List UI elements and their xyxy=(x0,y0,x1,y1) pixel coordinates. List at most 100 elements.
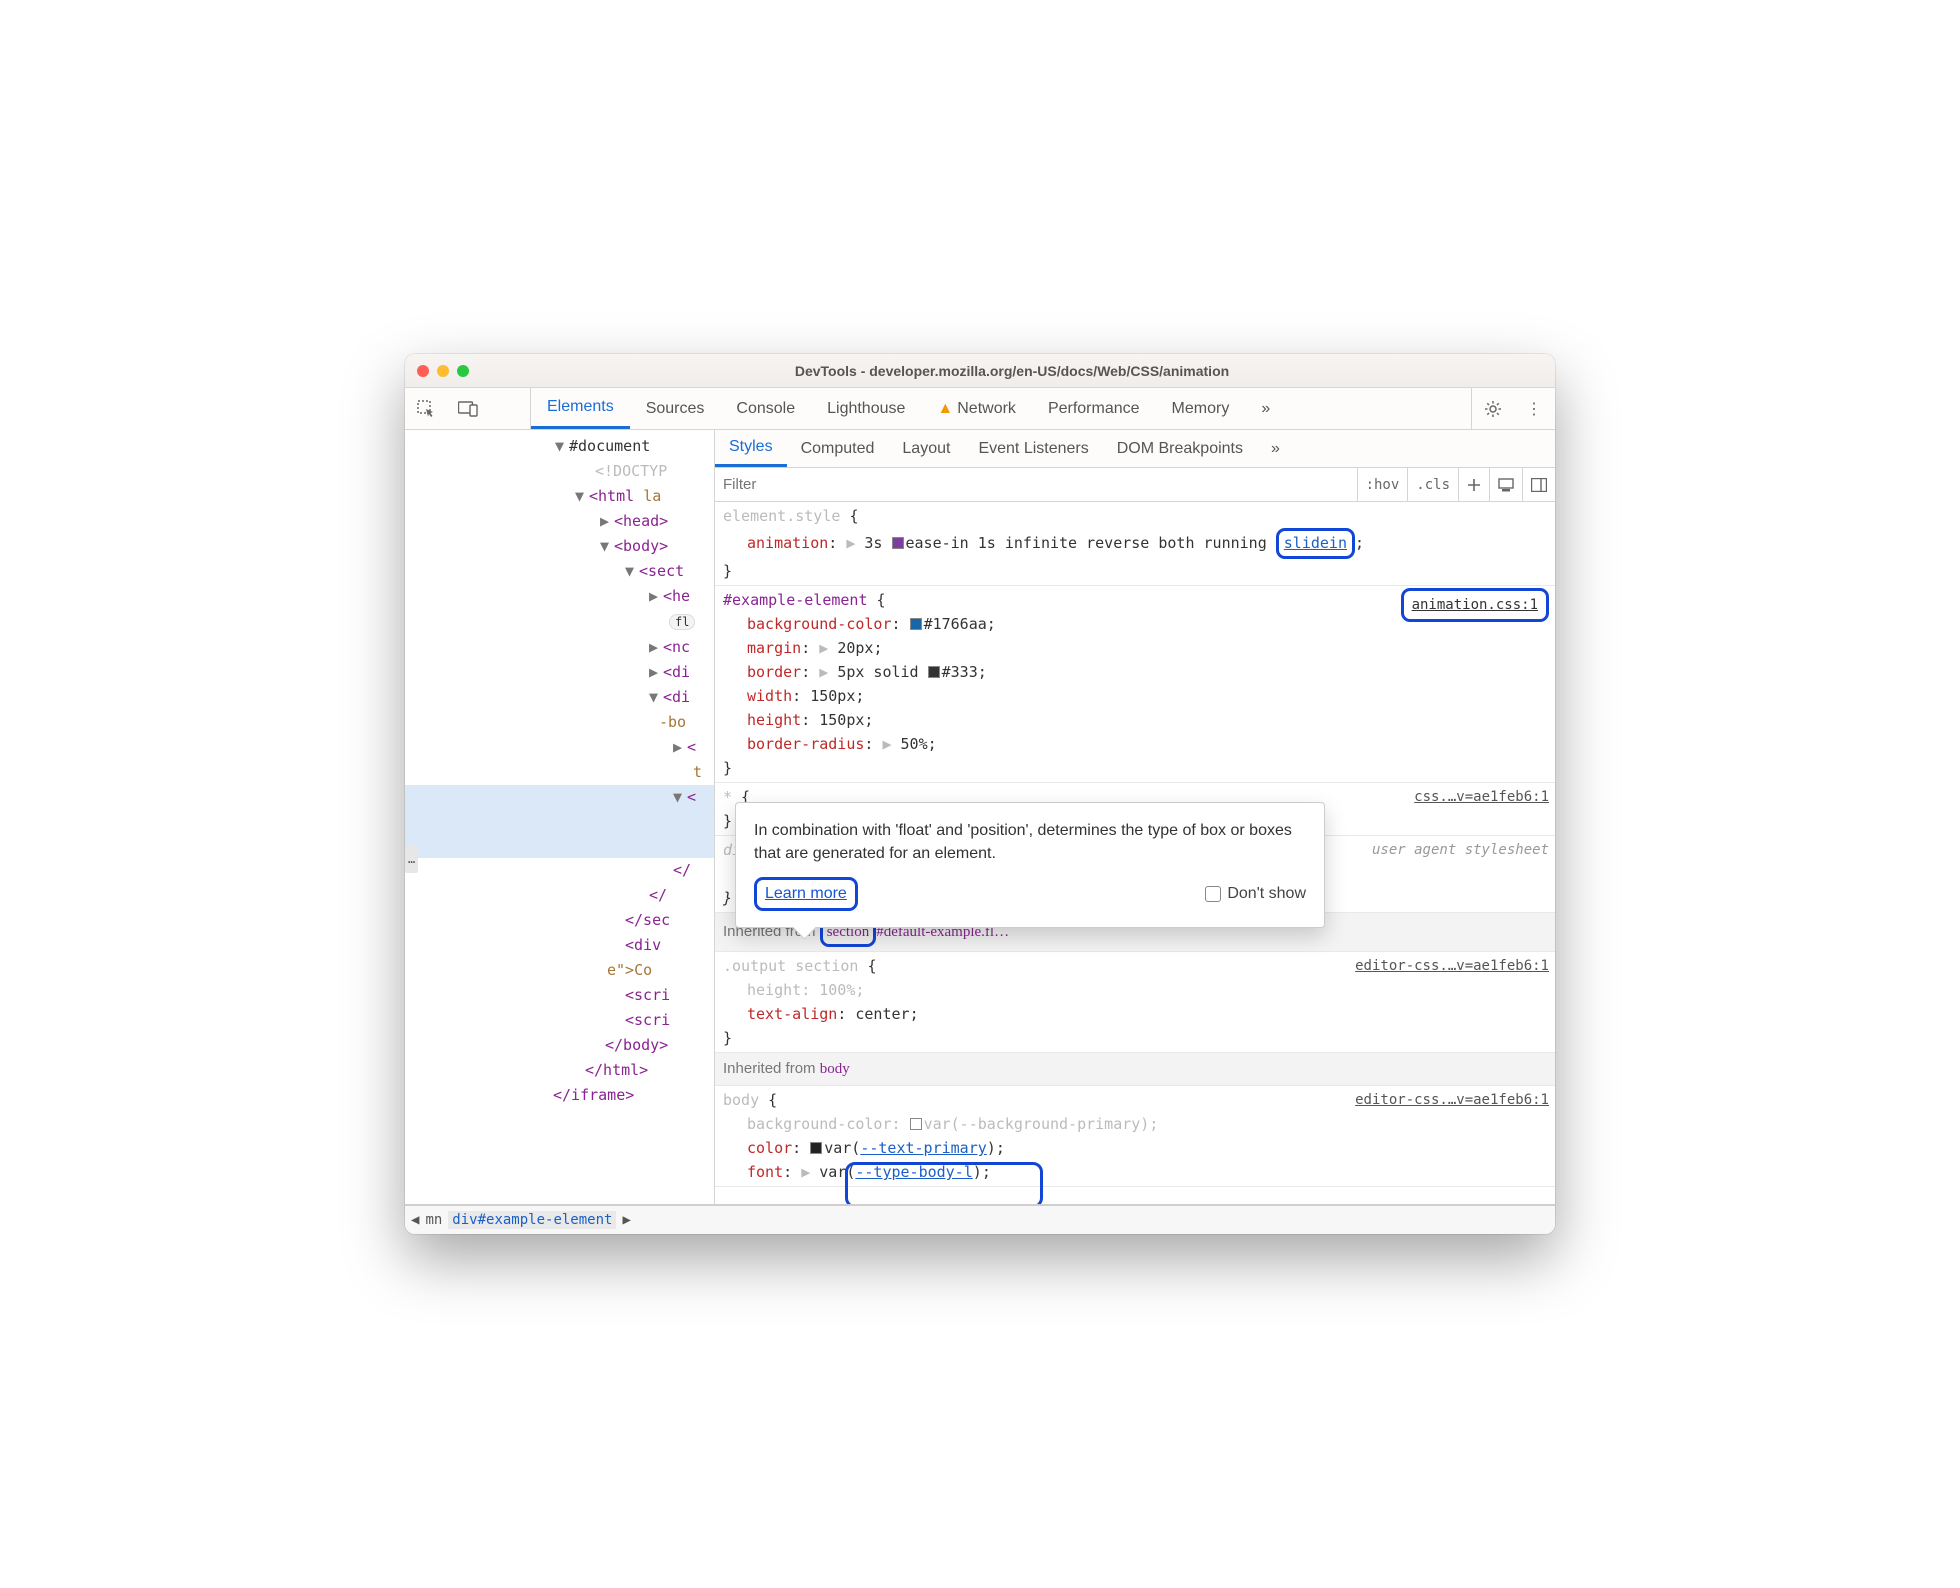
dom-doctype[interactable]: <!DOCTYP xyxy=(595,462,667,480)
kebab-icon[interactable]: ⋮ xyxy=(1513,388,1555,429)
crumb-selector[interactable]: #example-element xyxy=(478,1212,613,1228)
dom-head[interactable]: <head> xyxy=(614,512,668,530)
device-toggle-icon[interactable] xyxy=(447,388,489,429)
prop-body-color[interactable]: color xyxy=(747,1139,792,1157)
dom-iframe-close[interactable]: </iframe> xyxy=(553,1086,634,1104)
dom-selected[interactable]: < xyxy=(687,788,696,806)
rule-example-element[interactable]: animation.css:1 #example-element { backg… xyxy=(715,586,1555,783)
link-type-body-l[interactable]: --type-body-l xyxy=(855,1163,972,1181)
source-link-animation-css[interactable]: animation.css:1 xyxy=(1401,588,1549,622)
crumb-prev-icon[interactable]: ◀ xyxy=(411,1212,419,1228)
new-rule-icon[interactable] xyxy=(1458,468,1489,501)
checkbox-icon[interactable] xyxy=(1205,886,1221,902)
subtab-styles[interactable]: Styles xyxy=(715,430,787,467)
dom-header[interactable]: <he xyxy=(663,587,690,605)
dom-body-close[interactable]: </body> xyxy=(605,1036,668,1054)
filter-input[interactable] xyxy=(715,468,1357,501)
subtab-layout[interactable]: Layout xyxy=(888,430,964,467)
sidebar-toggle-icon[interactable] xyxy=(1522,468,1555,501)
dom-di[interactable]: <di xyxy=(663,663,690,681)
val-var1e: ) xyxy=(987,1139,996,1157)
subtab-dom-breakpoints[interactable]: DOM Breakpoints xyxy=(1103,430,1257,467)
tab-sources[interactable]: Sources xyxy=(630,388,721,429)
val-infinite: infinite xyxy=(1005,534,1077,552)
prop-h[interactable]: height xyxy=(747,981,801,999)
inspect-icon[interactable] xyxy=(405,388,447,429)
dom-close-b[interactable]: </ xyxy=(649,886,667,904)
rule-output-section[interactable]: editor-css.…v=ae1feb6:1 .output section … xyxy=(715,952,1555,1053)
dom-div-open[interactable]: <div xyxy=(625,936,661,954)
more-tabs-icon[interactable]: » xyxy=(1245,388,1286,429)
subtab-more-icon[interactable]: » xyxy=(1257,430,1294,467)
crumb-next-icon[interactable]: ▶ xyxy=(622,1212,630,1228)
dom-lt[interactable]: < xyxy=(687,738,696,756)
dom-body[interactable]: <body> xyxy=(614,537,668,555)
crumb-div[interactable]: div xyxy=(452,1212,477,1228)
tab-lighthouse[interactable]: Lighthouse xyxy=(811,388,921,429)
dom-di2[interactable]: <di xyxy=(663,688,690,706)
zoom-window-icon[interactable] xyxy=(457,365,469,377)
inh-body-label: Inherited from xyxy=(723,1060,816,1077)
prop-border[interactable]: border xyxy=(747,663,801,681)
rule-element-style[interactable]: element.style { animation: ▶ 3s ease-in … xyxy=(715,502,1555,586)
tab-network[interactable]: ▲Network xyxy=(921,388,1032,429)
link-text-primary[interactable]: --text-primary xyxy=(860,1139,986,1157)
dom-sec-close[interactable]: </sec xyxy=(625,911,670,929)
prop-radius[interactable]: border-radius xyxy=(747,735,864,753)
source-link-star[interactable]: css.…v=ae1feb6:1 xyxy=(1414,785,1549,809)
close-window-icon[interactable] xyxy=(417,365,429,377)
val-3s: 3s xyxy=(864,534,882,552)
swatch-body-bg[interactable] xyxy=(910,1118,922,1130)
easing-icon[interactable] xyxy=(892,537,904,549)
prop-height[interactable]: height xyxy=(747,711,801,729)
tab-performance[interactable]: Performance xyxy=(1032,388,1156,429)
window-title: DevTools - developer.mozilla.org/en-US/d… xyxy=(481,363,1543,379)
learn-more-link[interactable]: Learn more xyxy=(765,885,847,902)
selector-star: * xyxy=(723,788,732,806)
dom-close-a[interactable]: </ xyxy=(673,861,691,879)
prop-body-font[interactable]: font xyxy=(747,1163,783,1181)
hov-button[interactable]: :hov xyxy=(1357,468,1408,501)
val-slidein-link[interactable]: slidein xyxy=(1284,534,1347,552)
dom-fl-badge[interactable]: fl xyxy=(669,614,695,630)
val-ease: ease-in xyxy=(906,534,969,552)
minimize-window-icon[interactable] xyxy=(437,365,449,377)
cls-button[interactable]: .cls xyxy=(1407,468,1458,501)
crumb-mn[interactable]: mn xyxy=(425,1212,442,1228)
computed-toggle-icon[interactable] xyxy=(1489,468,1522,501)
tab-elements[interactable]: Elements xyxy=(531,388,630,429)
gear-icon[interactable] xyxy=(1471,388,1513,429)
warning-icon: ▲ xyxy=(937,400,953,418)
prop-width[interactable]: width xyxy=(747,687,792,705)
dom-scri1[interactable]: <scri xyxy=(625,986,670,1004)
selector-example: #example-element xyxy=(723,591,868,609)
rule-body[interactable]: editor-css.…v=ae1feb6:1 body { backgroun… xyxy=(715,1086,1555,1187)
source-ua: user agent stylesheet xyxy=(1372,838,1549,862)
source-link-body[interactable]: editor-css.…v=ae1feb6:1 xyxy=(1355,1088,1549,1112)
swatch-border[interactable] xyxy=(928,666,940,678)
prop-animation[interactable]: animation xyxy=(747,534,828,552)
prop-bg[interactable]: background-color xyxy=(747,615,892,633)
dom-scri2[interactable]: <scri xyxy=(625,1011,670,1029)
dom-nc[interactable]: <nc xyxy=(663,638,690,656)
dom-tree[interactable]: … ▼#document <!DOCTYP ▼<html la ▶<head> … xyxy=(405,430,715,1204)
prop-ta[interactable]: text-align xyxy=(747,1005,837,1023)
source-link-output[interactable]: editor-css.…v=ae1feb6:1 xyxy=(1355,954,1549,978)
dom-section[interactable]: <sect xyxy=(639,562,684,580)
prop-margin[interactable]: margin xyxy=(747,639,801,657)
subtab-computed[interactable]: Computed xyxy=(787,430,889,467)
tab-memory[interactable]: Memory xyxy=(1156,388,1246,429)
prop-body-bg[interactable]: background-color xyxy=(747,1115,892,1133)
tab-console[interactable]: Console xyxy=(720,388,811,429)
breadcrumb[interactable]: ◀ mn div#example-element ▶ xyxy=(405,1204,1555,1234)
dom-html[interactable]: <html xyxy=(589,487,634,505)
dont-show-checkbox[interactable]: Don't show xyxy=(1205,882,1306,905)
val-width: 150px xyxy=(810,687,855,705)
dom-document[interactable]: #document xyxy=(569,437,650,455)
dom-html-close[interactable]: </html> xyxy=(585,1061,648,1079)
swatch-body-color[interactable] xyxy=(810,1142,822,1154)
swatch-bg[interactable] xyxy=(910,618,922,630)
dont-show-label: Don't show xyxy=(1227,882,1306,905)
subtab-event-listeners[interactable]: Event Listeners xyxy=(964,430,1102,467)
inh-body-tag[interactable]: body xyxy=(820,1061,850,1077)
